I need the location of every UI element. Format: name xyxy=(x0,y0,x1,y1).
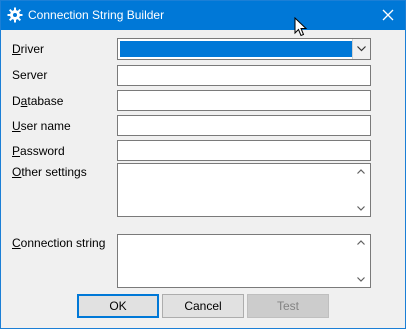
driver-selected-value xyxy=(120,41,352,57)
username-label: User name xyxy=(12,119,71,133)
close-icon xyxy=(382,9,394,21)
database-label: Database xyxy=(12,94,64,108)
mouse-cursor-icon xyxy=(294,17,308,37)
scroll-down-icon[interactable] xyxy=(357,277,365,282)
connection-string-textarea[interactable] xyxy=(117,234,371,288)
test-button[interactable]: Test xyxy=(247,294,329,318)
connection-string-builder-dialog: Connection String Builder Driver Server … xyxy=(0,0,406,329)
gear-icon xyxy=(7,7,23,23)
cancel-button[interactable]: Cancel xyxy=(162,294,244,318)
server-label: Server xyxy=(12,68,48,82)
driver-select[interactable] xyxy=(117,38,371,60)
connection-string-label: Connection string xyxy=(12,236,106,250)
password-input[interactable] xyxy=(117,140,371,161)
other-settings-textarea[interactable] xyxy=(117,163,371,217)
chevron-down-icon xyxy=(357,46,366,52)
driver-label: Driver xyxy=(12,42,45,56)
window-title: Connection String Builder xyxy=(28,8,165,22)
driver-dropdown-button[interactable] xyxy=(352,39,370,59)
password-label: Password xyxy=(12,144,65,158)
scroll-down-icon[interactable] xyxy=(357,206,365,211)
title-bar[interactable]: Connection String Builder xyxy=(1,1,405,30)
server-input[interactable] xyxy=(117,65,371,86)
close-button[interactable] xyxy=(371,1,405,30)
connection-string-scrollbar[interactable] xyxy=(353,235,370,287)
ok-button[interactable]: OK xyxy=(77,294,159,318)
scroll-up-icon[interactable] xyxy=(357,169,365,174)
username-input[interactable] xyxy=(117,115,371,136)
other-settings-label: Other settings xyxy=(12,165,87,179)
scroll-up-icon[interactable] xyxy=(357,240,365,245)
other-settings-scrollbar[interactable] xyxy=(353,164,370,216)
database-input[interactable] xyxy=(117,90,371,111)
